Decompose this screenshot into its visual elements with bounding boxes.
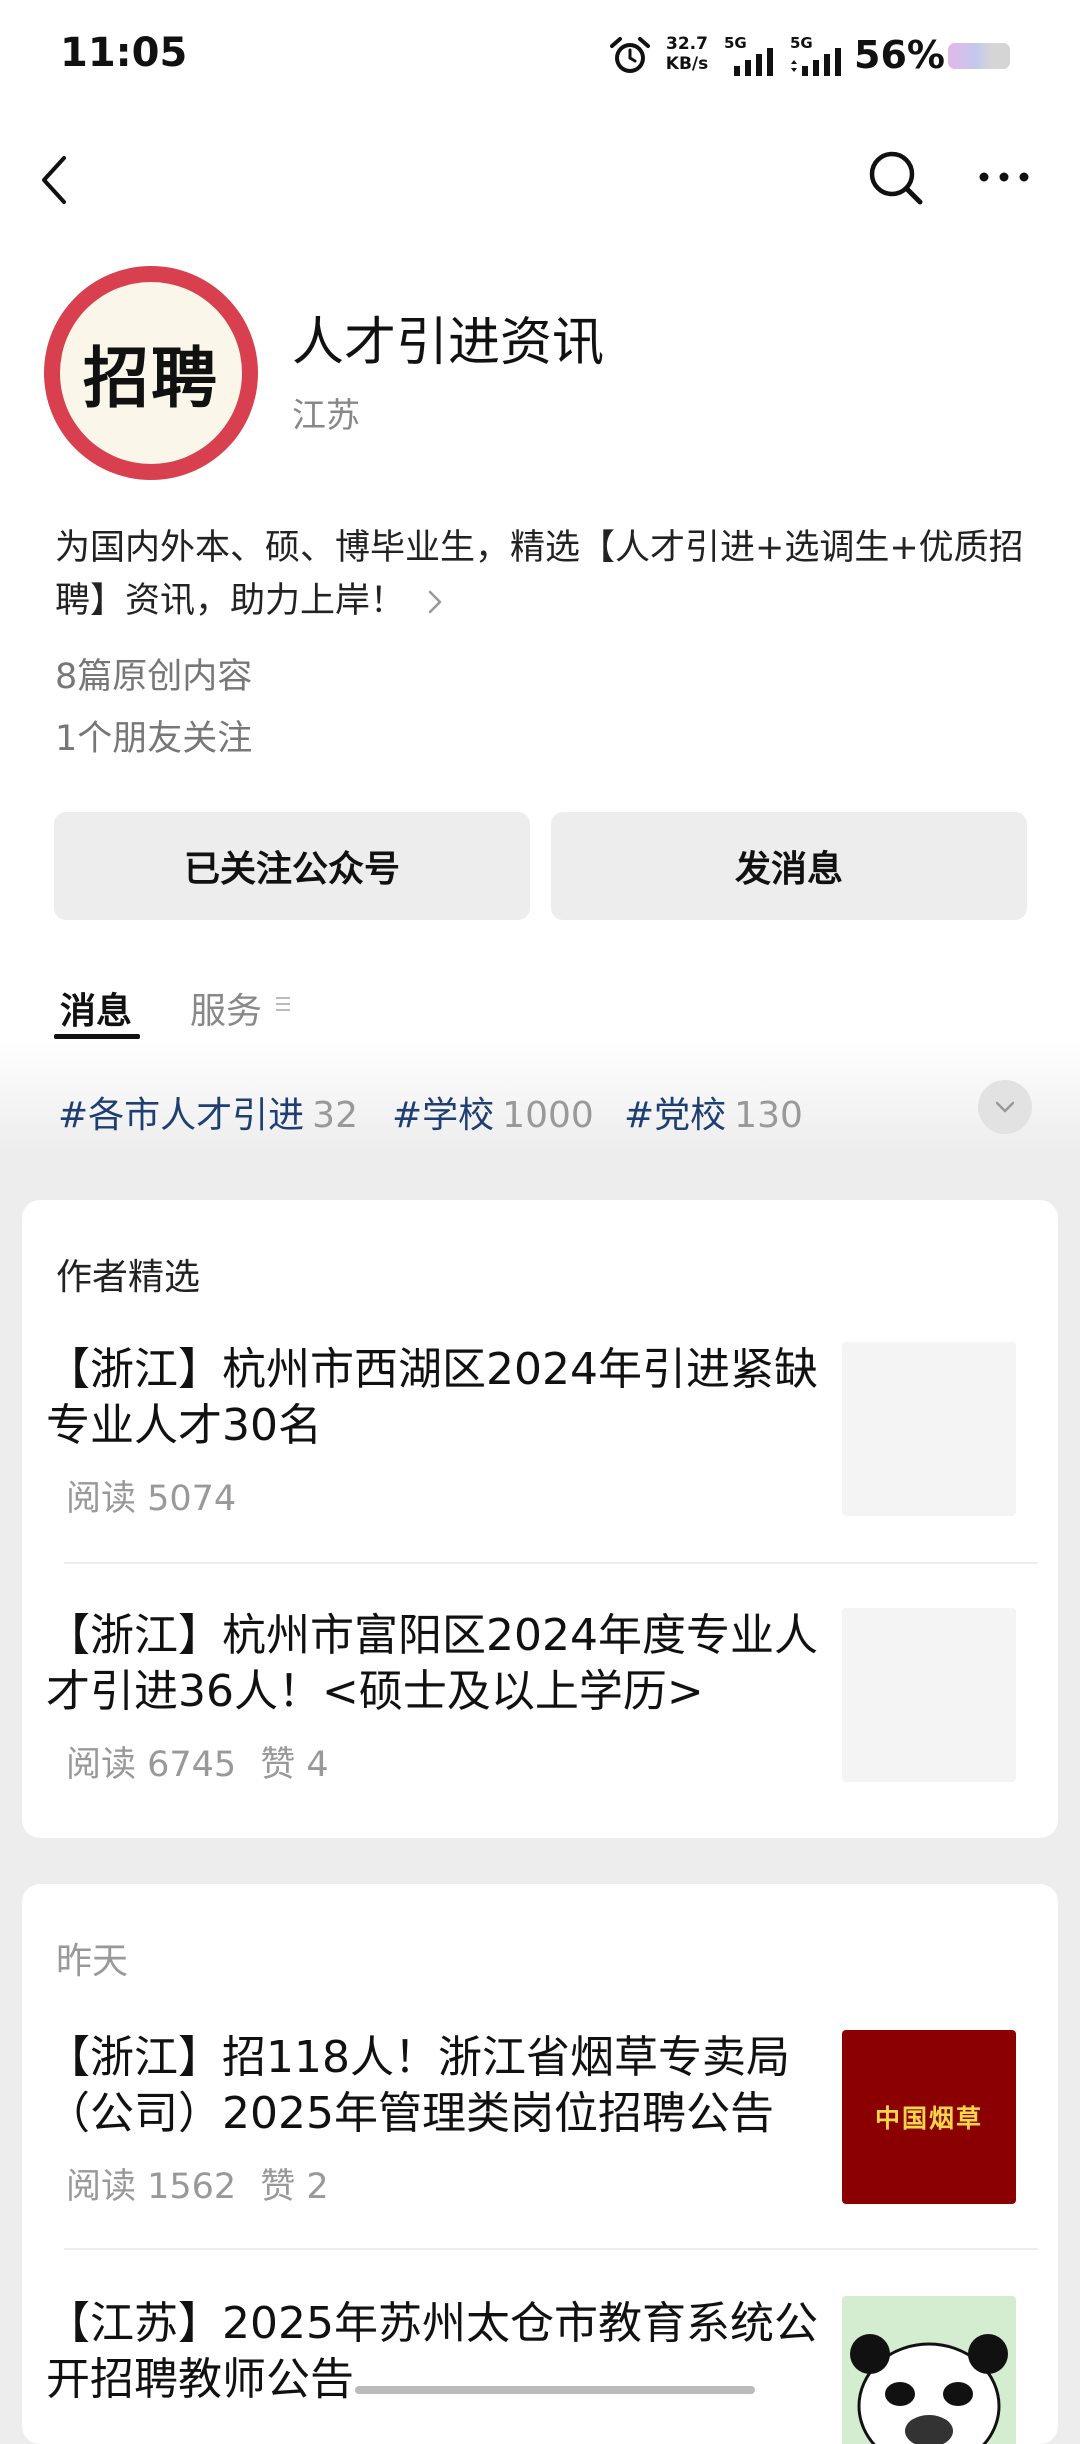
article-item[interactable]: 【江苏】2025年苏州太仓市教育系统公开招聘教师公告	[22, 2296, 1058, 2444]
account-description-text: 为国内外本、硕、博毕业生，精选【人才引进+选调生+优质招聘】资讯，助力上岸！	[55, 528, 1024, 621]
search-icon[interactable]	[866, 148, 926, 208]
panda-meme-image	[850, 2334, 1008, 2444]
home-indicator[interactable]	[355, 2386, 755, 2394]
tab-messages[interactable]: 消息	[60, 982, 132, 1034]
article-title: 【浙江】杭州市西湖区2024年引进紧缺专业人才30名	[46, 1344, 818, 1451]
more-icon[interactable]	[976, 162, 1032, 192]
date-heading: 昨天	[56, 1941, 129, 1982]
signal-icon: 5G	[788, 34, 850, 76]
battery-percent: 56%	[854, 33, 945, 77]
tab-active-indicator	[54, 1034, 140, 1039]
chevron-down-icon	[995, 1101, 1015, 1113]
friends-following[interactable]: 1个朋友关注	[55, 710, 252, 761]
account-description[interactable]: 为国内外本、硕、博毕业生，精选【人才引进+选调生+优质招聘】资讯，助力上岸！	[55, 522, 1035, 628]
article-thumbnail	[842, 1342, 1016, 1516]
back-arrow-icon[interactable]	[34, 150, 74, 210]
article-title: 【浙江】招118人！浙江省烟草专卖局（公司）2025年管理类岗位招聘公告	[46, 2032, 790, 2139]
article-meta: 阅读 6745 赞 4	[66, 1745, 329, 1785]
article-meta: 阅读 5074	[66, 1479, 237, 1519]
status-time: 11:05	[60, 30, 188, 76]
article-title: 【浙江】杭州市富阳区2024年度专业人才引进36人！<硕士及以上学历>	[46, 1610, 818, 1717]
article-thumbnail	[842, 2296, 1016, 2444]
tag-item[interactable]: #学校 1000	[392, 1086, 594, 1138]
featured-heading: 作者精选	[56, 1257, 201, 1298]
article-thumbnail	[842, 1608, 1016, 1782]
featured-card: 作者精选 【浙江】杭州市西湖区2024年引进紧缺专业人才30名 阅读 5074 …	[22, 1200, 1058, 1838]
original-count[interactable]: 8篇原创内容	[55, 648, 252, 699]
send-message-button[interactable]: 发消息	[551, 812, 1027, 920]
avatar-text: 招聘	[60, 282, 242, 464]
divider	[64, 2248, 1038, 2250]
account-region: 江苏	[292, 396, 360, 436]
article-thumbnail: 中国烟草	[842, 2030, 1016, 2204]
account-name: 人才引进资讯	[292, 313, 605, 373]
article-item[interactable]: 【浙江】杭州市西湖区2024年引进紧缺专业人才30名 阅读 5074	[22, 1342, 1058, 1542]
tag-item[interactable]: #党校 130	[624, 1086, 803, 1138]
followed-button[interactable]: 已关注公众号	[54, 812, 530, 920]
menu-icon	[276, 997, 290, 1011]
yesterday-card: 昨天 【浙江】招118人！浙江省烟草专卖局（公司）2025年管理类岗位招聘公告 …	[22, 1884, 1058, 2444]
expand-tags-button[interactable]	[978, 1080, 1032, 1134]
tab-services[interactable]: 服务	[190, 982, 262, 1034]
status-bar: 11:05 32.7 KB/s 5G 5G 56%	[0, 0, 1080, 110]
article-item[interactable]: 【浙江】招118人！浙江省烟草专卖局（公司）2025年管理类岗位招聘公告 阅读 …	[22, 2030, 1058, 2230]
divider	[64, 1562, 1038, 1564]
article-item[interactable]: 【浙江】杭州市富阳区2024年度专业人才引进36人！<硕士及以上学历> 阅读 6…	[22, 1608, 1058, 1808]
alarm-icon	[610, 37, 650, 73]
signal-icon: 5G	[722, 34, 784, 76]
chevron-right-icon	[428, 590, 442, 614]
network-speed: 32.7 KB/s	[665, 34, 709, 74]
article-meta: 阅读 1562 赞 2	[66, 2167, 329, 2207]
avatar[interactable]: 招聘	[44, 266, 258, 480]
tag-item[interactable]: #各市人才引进 32	[58, 1086, 358, 1138]
battery-icon	[948, 43, 1010, 69]
